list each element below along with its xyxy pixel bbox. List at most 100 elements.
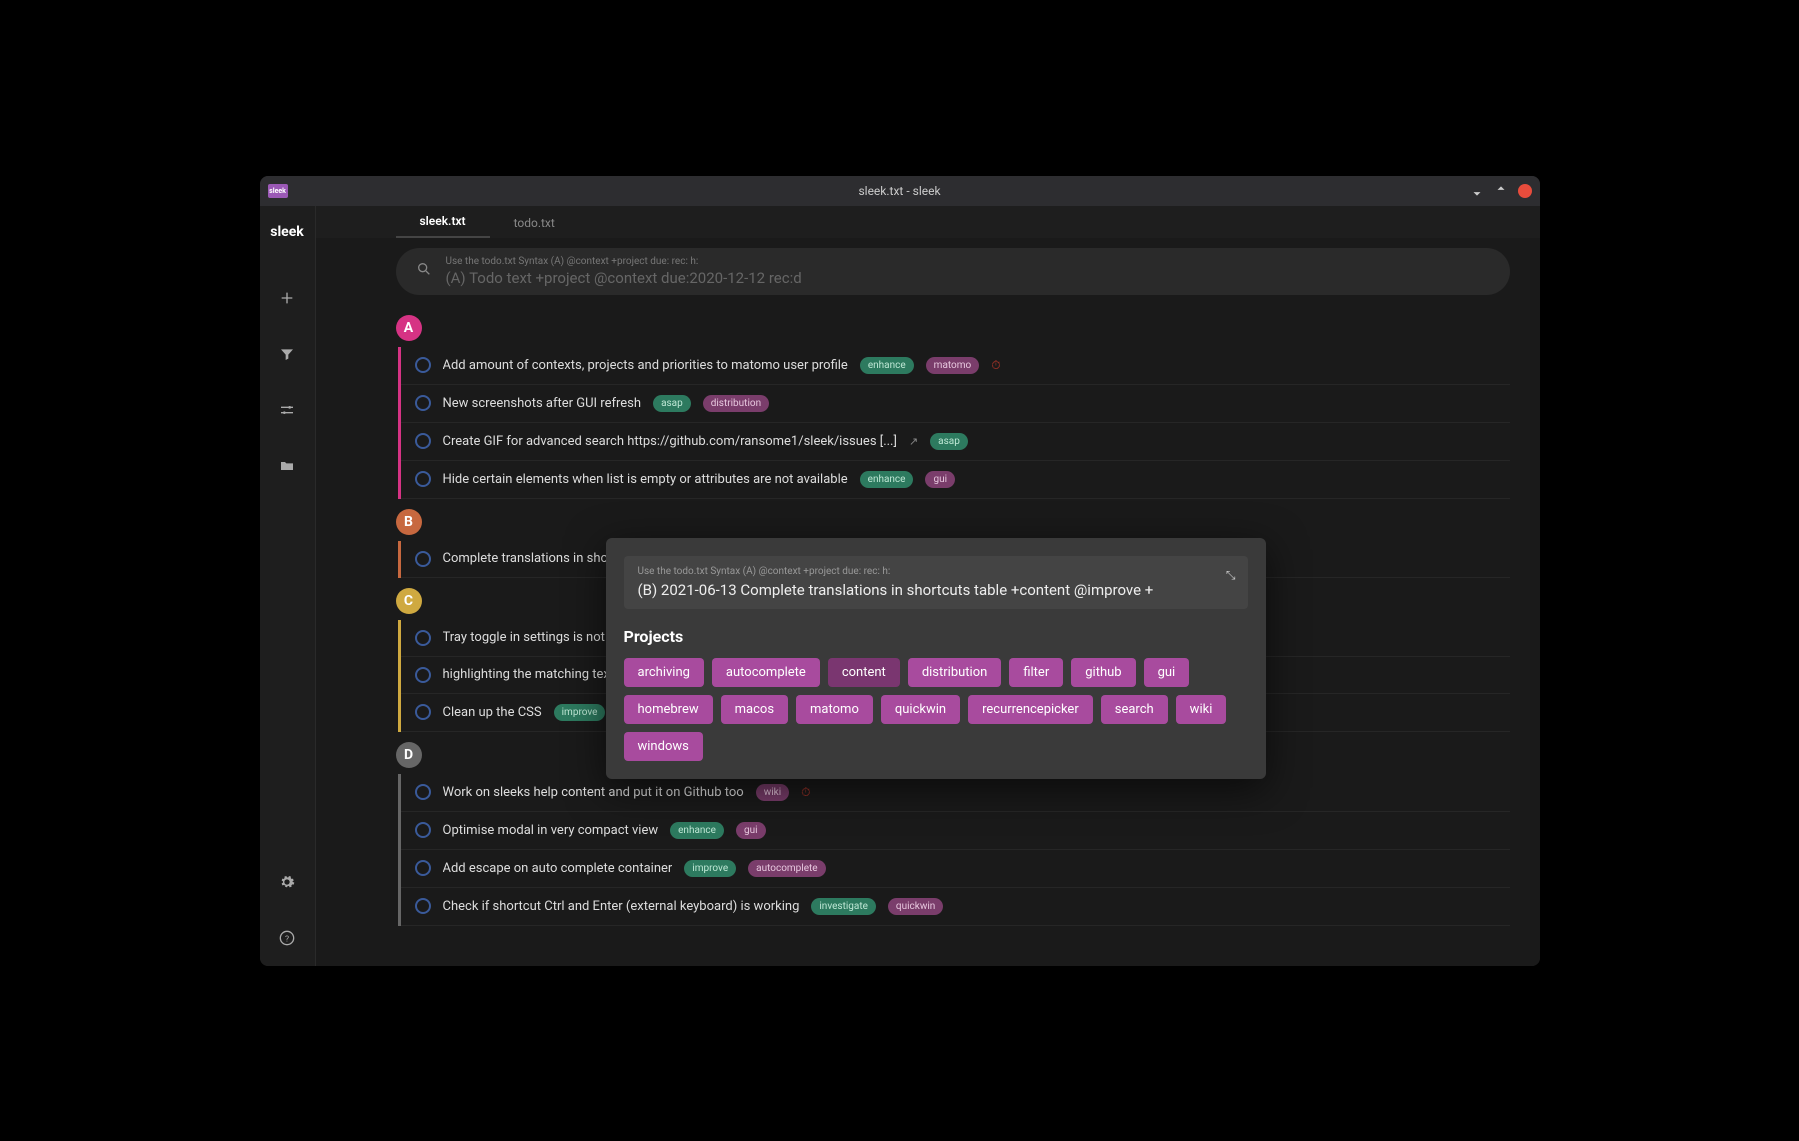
modal-hint: Use the todo.txt Syntax (A) @context +pr… bbox=[638, 566, 1234, 577]
filter-button[interactable] bbox=[260, 326, 316, 382]
search-bar[interactable]: Use the todo.txt Syntax (A) @context +pr… bbox=[396, 248, 1510, 295]
complete-checkbox[interactable] bbox=[415, 898, 431, 914]
priority-badge: C bbox=[396, 588, 422, 614]
complete-checkbox[interactable] bbox=[415, 551, 431, 567]
project-chip[interactable]: filter bbox=[1009, 658, 1063, 687]
project-chip[interactable]: gui bbox=[1144, 658, 1190, 687]
todo-text: Clean up the CSS bbox=[443, 705, 542, 720]
app-window: sleek sleek.txt - sleek sleek ? sleek.tx… bbox=[260, 176, 1540, 966]
todo-row[interactable]: Hide certain elements when list is empty… bbox=[401, 461, 1510, 499]
project-chip[interactable]: quickwin bbox=[881, 695, 960, 724]
priority-badge: A bbox=[396, 315, 422, 341]
todo-text: Work on sleeks help content and put it o… bbox=[443, 785, 744, 800]
context-tag[interactable]: asap bbox=[653, 395, 691, 412]
settings-sliders-button[interactable] bbox=[260, 382, 316, 438]
todo-group: Work on sleeks help content and put it o… bbox=[398, 774, 1510, 926]
project-tag[interactable]: distribution bbox=[703, 395, 769, 412]
file-tab[interactable]: todo.txt bbox=[490, 208, 579, 238]
search-placeholder: (A) Todo text +project @context due:2020… bbox=[446, 269, 1490, 287]
todo-row[interactable]: New screenshots after GUI refresh asapdis… bbox=[401, 385, 1510, 423]
complete-checkbox[interactable] bbox=[415, 860, 431, 876]
complete-checkbox[interactable] bbox=[415, 630, 431, 646]
context-tag[interactable]: asap bbox=[930, 433, 968, 450]
project-tag[interactable]: gui bbox=[925, 471, 955, 488]
modal-input[interactable]: Use the todo.txt Syntax (A) @context +pr… bbox=[624, 556, 1248, 609]
todo-text: Optimise modal in very compact view bbox=[443, 823, 659, 838]
context-tag[interactable]: investigate bbox=[811, 898, 876, 915]
complete-checkbox[interactable] bbox=[415, 395, 431, 411]
todo-row[interactable]: Add amount of contexts, projects and pri… bbox=[401, 347, 1510, 385]
overdue-icon: ⏱ bbox=[801, 785, 810, 800]
search-hint: Use the todo.txt Syntax (A) @context +pr… bbox=[446, 256, 1490, 267]
todo-row[interactable]: Create GIF for advanced search https://g… bbox=[401, 423, 1510, 461]
project-chip[interactable]: wiki bbox=[1176, 695, 1227, 724]
file-tab[interactable]: sleek.txt bbox=[396, 206, 490, 238]
complete-checkbox[interactable] bbox=[415, 822, 431, 838]
todo-text: Complete translations in shor bbox=[443, 551, 613, 566]
project-tag[interactable]: wiki bbox=[756, 784, 789, 801]
todo-text: Tray toggle in settings is not o bbox=[443, 630, 616, 645]
todo-row[interactable]: Optimise modal in very compact view enhan… bbox=[401, 812, 1510, 850]
todo-text: New screenshots after GUI refresh bbox=[443, 396, 642, 411]
project-tag[interactable]: quickwin bbox=[888, 898, 943, 915]
project-chip[interactable]: windows bbox=[624, 732, 703, 761]
todo-text: Hide certain elements when list is empty… bbox=[443, 472, 848, 487]
window-controls bbox=[1470, 184, 1532, 198]
project-chip[interactable]: github bbox=[1071, 658, 1135, 687]
complete-checkbox[interactable] bbox=[415, 784, 431, 800]
project-tag[interactable]: gui bbox=[736, 822, 766, 839]
search-icon bbox=[416, 261, 432, 281]
project-chip[interactable]: distribution bbox=[908, 658, 1002, 687]
todo-row[interactable]: Add escape on auto complete container imp… bbox=[401, 850, 1510, 888]
close-button[interactable] bbox=[1518, 184, 1532, 198]
svg-text:?: ? bbox=[285, 934, 289, 944]
project-chips: archiving autocomplete content distribution… bbox=[624, 658, 1248, 761]
help-button[interactable]: ? bbox=[260, 910, 316, 966]
project-chip[interactable]: homebrew bbox=[624, 695, 713, 724]
app-logo: sleek bbox=[270, 224, 304, 240]
context-tag[interactable]: enhance bbox=[860, 471, 914, 488]
folder-button[interactable] bbox=[260, 438, 316, 494]
app-body: sleek ? sleek.txttodo.txt Use the todo.t… bbox=[260, 206, 1540, 966]
modal-section-title: Projects bbox=[624, 627, 1248, 646]
gear-button[interactable] bbox=[260, 854, 316, 910]
todo-text: Add amount of contexts, projects and pri… bbox=[443, 358, 848, 373]
todo-row[interactable]: Work on sleeks help content and put it o… bbox=[401, 774, 1510, 812]
priority-badge: B bbox=[396, 509, 422, 535]
complete-checkbox[interactable] bbox=[415, 704, 431, 720]
todo-group: Add amount of contexts, projects and pri… bbox=[398, 347, 1510, 499]
search-field[interactable]: Use the todo.txt Syntax (A) @context +pr… bbox=[446, 256, 1490, 287]
overdue-icon: ⏱ bbox=[991, 358, 1000, 373]
todo-text: Check if shortcut Ctrl and Enter (extern… bbox=[443, 899, 800, 914]
context-tag[interactable]: improve bbox=[684, 860, 736, 877]
project-chip[interactable]: matomo bbox=[796, 695, 873, 724]
project-chip[interactable]: recurrencepicker bbox=[968, 695, 1093, 724]
sidebar: sleek ? bbox=[260, 206, 316, 966]
context-tag[interactable]: enhance bbox=[860, 357, 914, 374]
project-chip[interactable]: content bbox=[828, 658, 900, 687]
project-chip[interactable]: macos bbox=[721, 695, 788, 724]
add-button[interactable] bbox=[260, 270, 316, 326]
context-tag[interactable]: enhance bbox=[670, 822, 724, 839]
titlebar: sleek sleek.txt - sleek bbox=[260, 176, 1540, 206]
project-chip[interactable]: search bbox=[1101, 695, 1168, 724]
complete-checkbox[interactable] bbox=[415, 667, 431, 683]
project-tag[interactable]: matomo bbox=[926, 357, 980, 374]
todo-text: Create GIF for advanced search https://g… bbox=[443, 434, 897, 449]
minimize-button[interactable] bbox=[1470, 184, 1484, 198]
file-tabs: sleek.txttodo.txt bbox=[316, 206, 1540, 238]
maximize-button[interactable] bbox=[1494, 184, 1508, 198]
project-chip[interactable]: autocomplete bbox=[712, 658, 820, 687]
app-icon: sleek bbox=[268, 184, 288, 198]
todo-text: Add escape on auto complete container bbox=[443, 861, 673, 876]
complete-checkbox[interactable] bbox=[415, 433, 431, 449]
context-tag[interactable]: improve bbox=[554, 704, 606, 721]
project-tag[interactable]: autocomplete bbox=[748, 860, 825, 877]
external-link-icon[interactable]: ↗ bbox=[909, 435, 918, 448]
collapse-icon[interactable]: ⤡ bbox=[1226, 568, 1236, 583]
complete-checkbox[interactable] bbox=[415, 357, 431, 373]
todo-row[interactable]: Check if shortcut Ctrl and Enter (extern… bbox=[401, 888, 1510, 926]
complete-checkbox[interactable] bbox=[415, 471, 431, 487]
project-chip[interactable]: archiving bbox=[624, 658, 704, 687]
edit-modal: Use the todo.txt Syntax (A) @context +pr… bbox=[606, 538, 1266, 779]
